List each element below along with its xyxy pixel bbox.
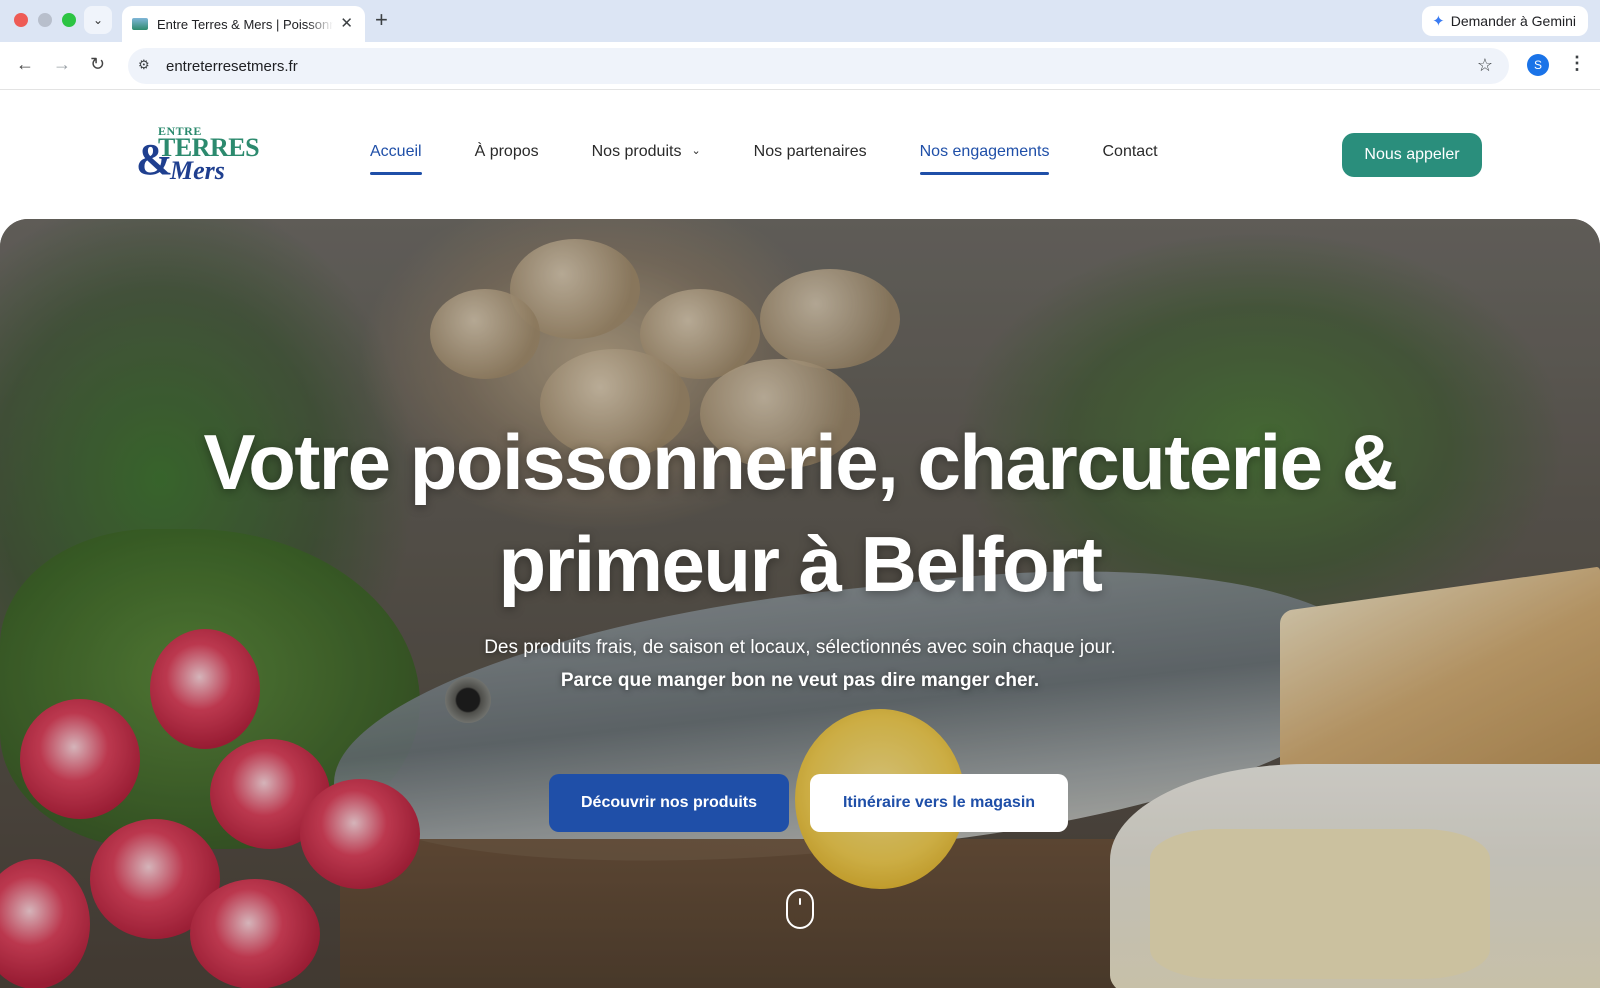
nav-a-propos[interactable]: À propos <box>475 143 539 161</box>
chevron-down-icon: ⌄ <box>691 145 701 157</box>
tab-title: Entre Terres & Mers | Poissonnerie <box>157 16 333 32</box>
profile-avatar[interactable]: S <box>1527 54 1549 76</box>
browser-menu-icon[interactable]: ⋮ <box>1568 53 1586 74</box>
gemini-label: Demander à Gemini <box>1450 13 1576 29</box>
nav-contact[interactable]: Contact <box>1102 143 1157 161</box>
close-window-button[interactable] <box>14 13 28 27</box>
nav-accueil[interactable]: Accueil <box>370 143 422 175</box>
minimize-window-button[interactable] <box>38 13 52 27</box>
site-header: ENTRE TERRES & Mers Accueil À propos Nos… <box>0 91 1600 219</box>
call-us-button[interactable]: Nous appeler <box>1342 133 1482 177</box>
reload-icon[interactable]: ↻ <box>90 54 105 74</box>
browser-toolbar: ← → ↻ ⚙ entreterresetmers.fr ☆ S ⋮ <box>0 42 1600 90</box>
tab-close-icon[interactable]: ✕ <box>340 15 353 33</box>
address-bar[interactable]: ⚙ entreterresetmers.fr ☆ <box>128 48 1509 84</box>
url-text[interactable]: entreterresetmers.fr <box>166 58 298 75</box>
new-tab-button[interactable]: + <box>375 8 388 32</box>
gemini-sparkle-icon: ✦ <box>1432 13 1445 30</box>
scroll-down-mouse-icon[interactable] <box>786 889 814 929</box>
logo-mers-text: Mers <box>170 156 225 185</box>
nav-nos-engagements[interactable]: Nos engagements <box>919 143 1049 175</box>
hero-tagline: Parce que manger bon ne veut pas dire ma… <box>560 670 1040 691</box>
hero-title: Votre poissonnerie, charcuterie & primeu… <box>0 411 1600 615</box>
gemini-button[interactable]: ✦ Demander à Gemini <box>1422 6 1588 36</box>
hero-title-line1: Votre poissonnerie, charcuterie & <box>203 418 1398 506</box>
back-arrow-icon[interactable]: ← <box>16 54 34 74</box>
nav-nos-produits[interactable]: Nos produits ⌄ <box>592 143 701 161</box>
hero-section: Votre poissonnerie, charcuterie & primeu… <box>0 219 1600 988</box>
browser-tab-bar: ⌄ Entre Terres & Mers | Poissonnerie ✕ +… <box>0 0 1600 42</box>
main-nav: Accueil À propos Nos produits ⌄ Nos parte… <box>370 143 1211 175</box>
maximize-window-button[interactable] <box>62 13 76 27</box>
hero-subtitle: Des produits frais, de saison et locaux,… <box>484 637 1116 658</box>
browser-tab[interactable]: Entre Terres & Mers | Poissonnerie ✕ <box>122 6 365 42</box>
nav-nos-produits-label: Nos produits <box>591 143 682 160</box>
hero-title-line2: primeur à Belfort <box>498 520 1103 608</box>
logo-ampersand: & <box>136 135 173 184</box>
nav-nos-partenaires[interactable]: Nos partenaires <box>754 143 867 161</box>
forward-arrow-icon[interactable]: → <box>53 54 71 74</box>
directions-button[interactable]: Itinéraire vers le magasin <box>810 774 1068 832</box>
bookmark-star-icon[interactable]: ☆ <box>1477 55 1493 76</box>
discover-products-button[interactable]: Découvrir nos produits <box>549 774 789 832</box>
tab-search-chevron-icon[interactable]: ⌄ <box>84 6 112 34</box>
site-logo[interactable]: ENTRE TERRES & Mers <box>136 124 260 186</box>
site-favicon-icon <box>132 18 148 30</box>
site-settings-icon[interactable]: ⚙ <box>138 57 150 73</box>
